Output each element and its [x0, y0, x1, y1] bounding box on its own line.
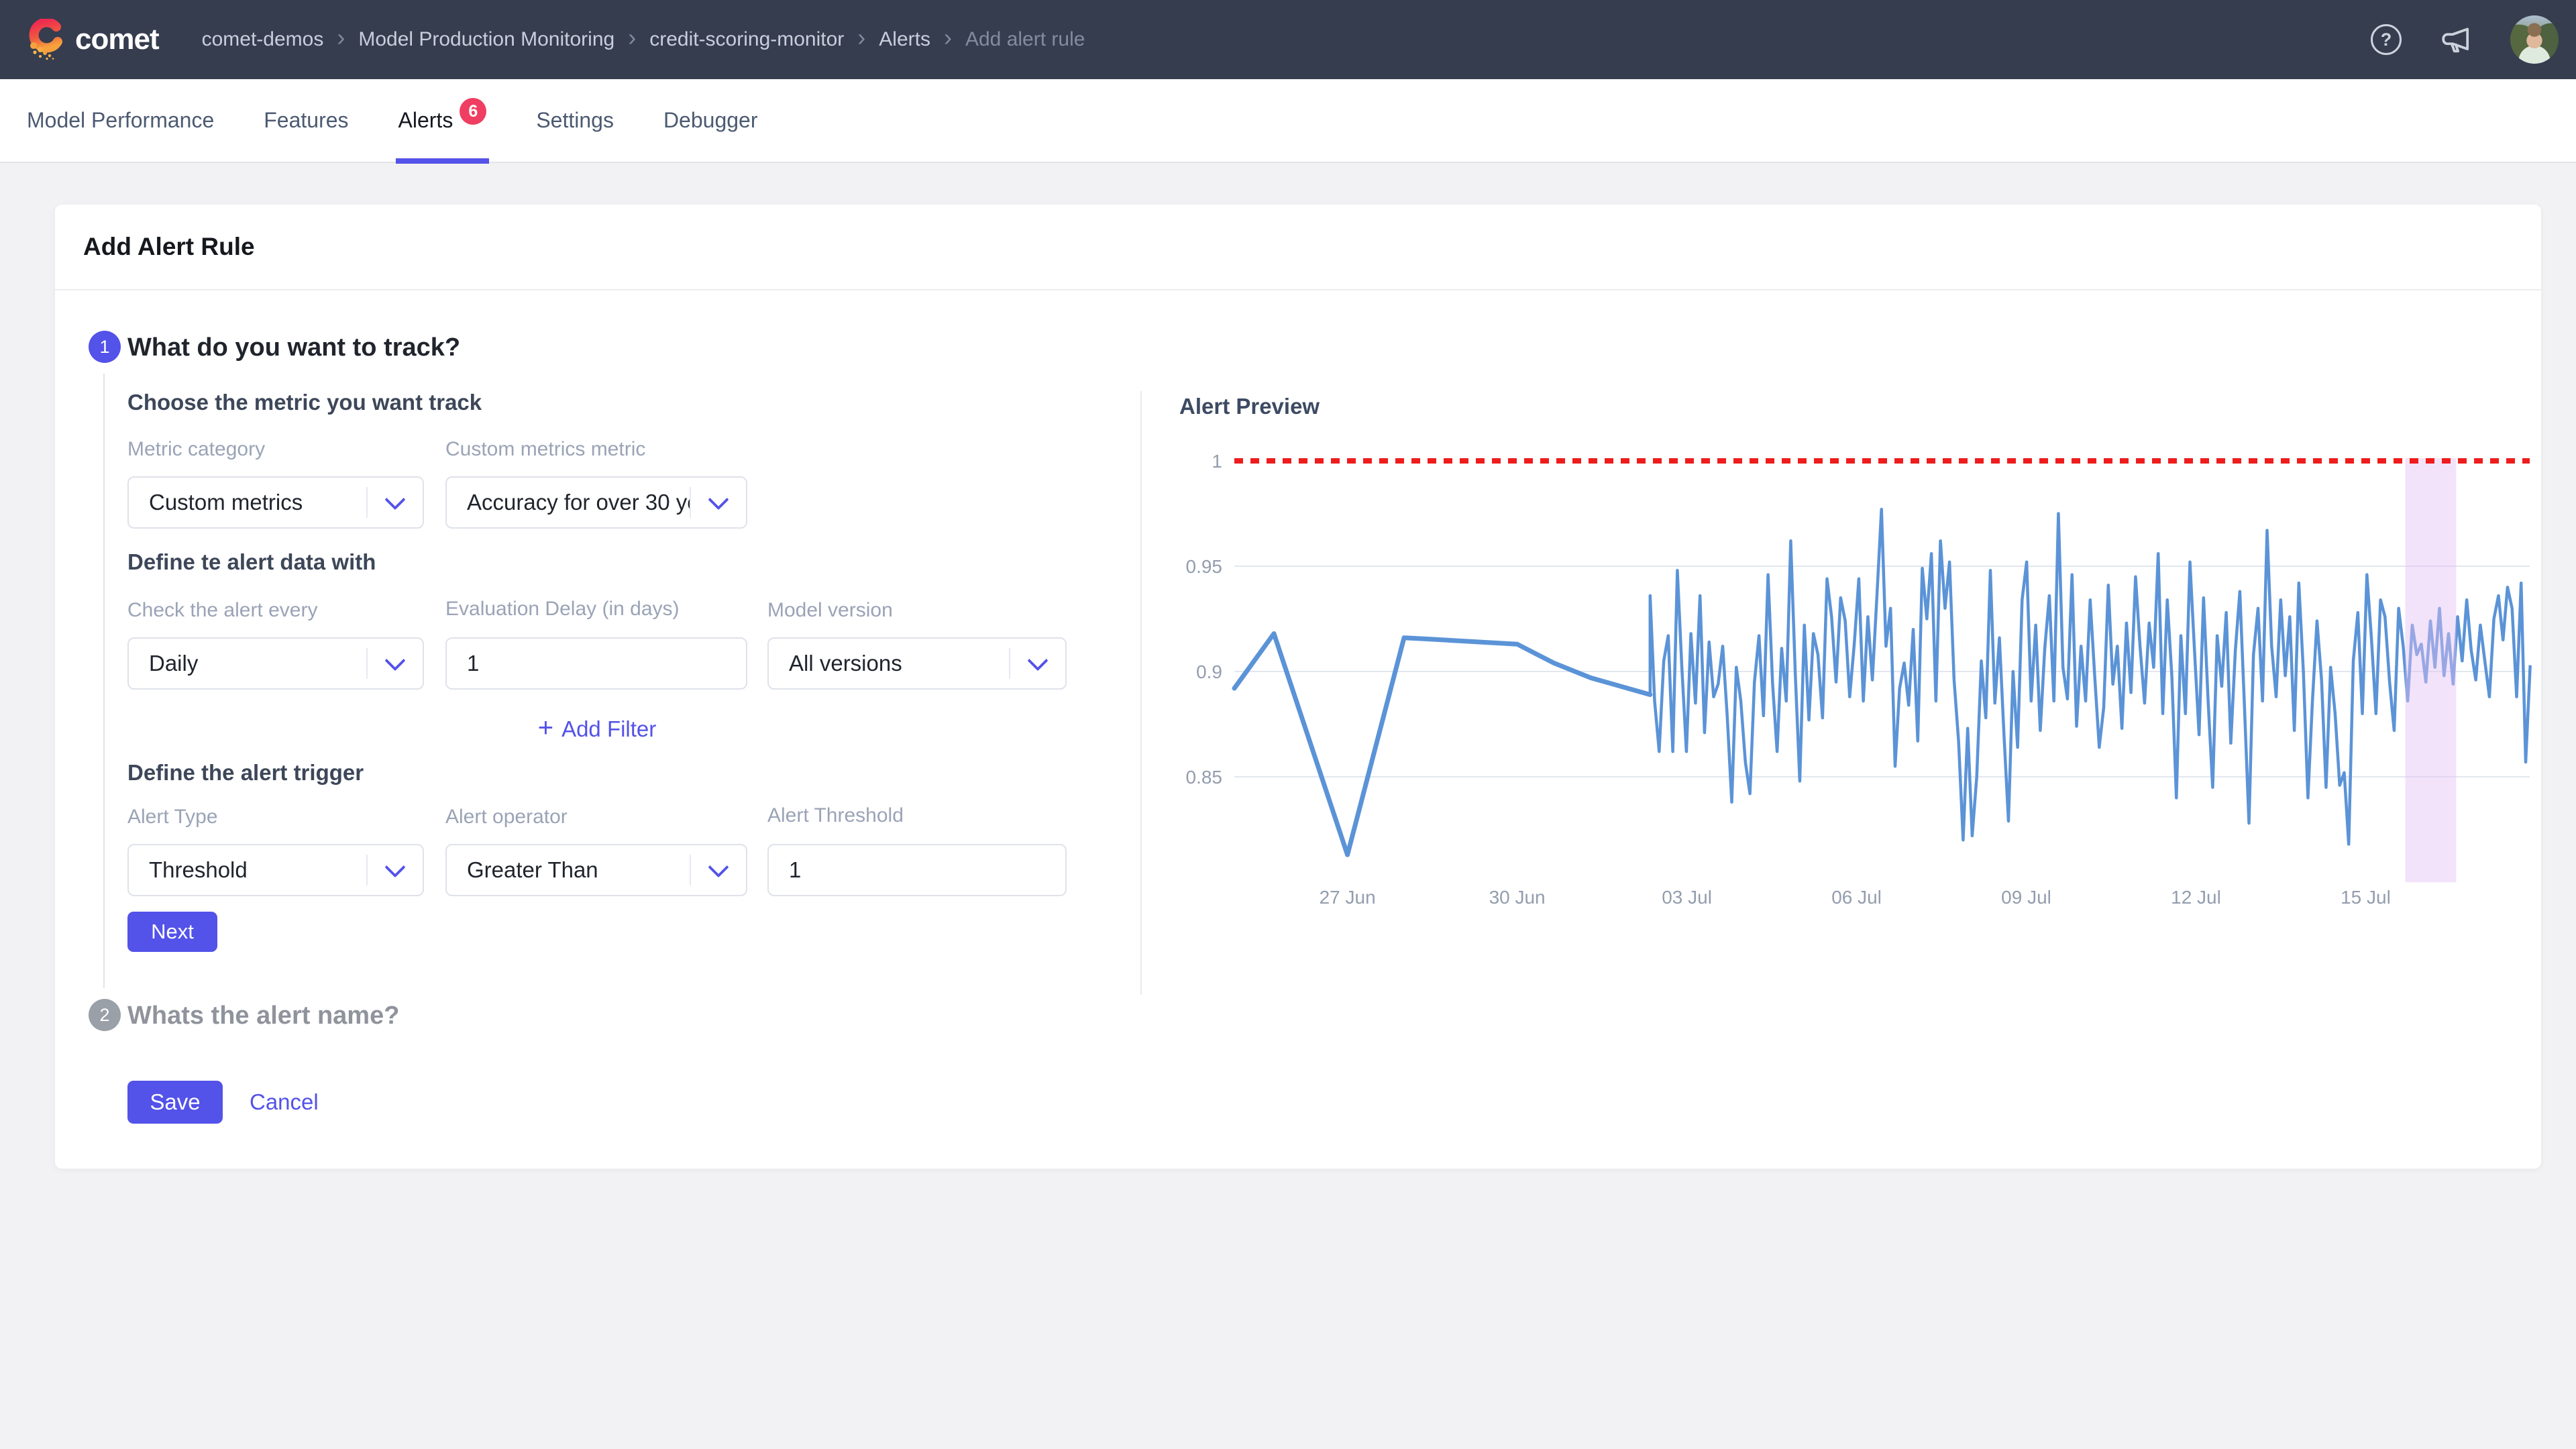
metric-category-select[interactable]: Custom metrics: [127, 476, 424, 529]
tab-model-performance[interactable]: Model Performance: [27, 78, 214, 162]
comet-wordmark: comet: [75, 23, 159, 56]
section-title-trigger: Define the alert trigger: [127, 760, 364, 786]
alert-preview-chart: 1 0.95 0.9 0.85 27 Jun 30 Jun 03 Jul 06 Jul 09 J…: [1179, 439, 2537, 918]
breadcrumb-item-current: Add alert rule: [965, 28, 1085, 51]
alert-type-select[interactable]: Threshold: [127, 844, 424, 896]
top-navbar: comet comet-demos › Model Production Mon…: [0, 0, 2576, 79]
section-title-metric: Choose the metric you want track: [127, 390, 482, 415]
breadcrumb: comet-demos › Model Production Monitorin…: [202, 25, 1085, 54]
comet-logo[interactable]: comet: [27, 19, 159, 60]
comet-logo-icon: [27, 19, 66, 60]
svg-text:1: 1: [1212, 451, 1222, 472]
alert-threshold-field: [767, 844, 1067, 896]
add-filter-button[interactable]: + Add Filter: [127, 713, 1067, 745]
breadcrumb-separator-icon: ›: [944, 25, 952, 54]
model-version-label: Model version: [767, 599, 893, 622]
chevron-down-icon: [384, 650, 405, 671]
custom-metric-label: Custom metrics metric: [445, 438, 645, 461]
svg-text:0.95: 0.95: [1186, 556, 1223, 577]
next-button[interactable]: Next: [127, 912, 217, 952]
chevron-down-icon: [384, 489, 405, 510]
active-tab-indicator: [396, 158, 490, 164]
step-2-title: Whats the alert name?: [127, 1002, 399, 1030]
svg-text:15 Jul: 15 Jul: [2341, 887, 2391, 908]
svg-text:30 Jun: 30 Jun: [1489, 887, 1546, 908]
card-body: 1 What do you want to track? Choose the …: [55, 290, 2541, 1167]
check-every-label: Check the alert every: [127, 599, 317, 622]
chevron-down-icon: [708, 857, 729, 877]
tab-features[interactable]: Features: [264, 78, 348, 162]
chevron-down-icon: [384, 857, 405, 877]
breadcrumb-separator-icon: ›: [337, 25, 345, 54]
step-1-indicator: 1: [89, 331, 121, 363]
eval-delay-label: Evaluation Delay (in days): [445, 598, 680, 621]
tab-bar: Model Performance Features Alerts 6 Sett…: [0, 79, 2576, 163]
tab-debugger[interactable]: Debugger: [663, 78, 758, 162]
cancel-button[interactable]: Cancel: [250, 1081, 319, 1124]
chart-title: Alert Preview: [1179, 394, 2540, 419]
save-button[interactable]: Save: [127, 1081, 223, 1124]
breadcrumb-item[interactable]: credit-scoring-monitor: [649, 28, 844, 51]
step-1-title: What do you want to track?: [127, 333, 460, 362]
alert-threshold-label: Alert Threshold: [767, 804, 904, 827]
svg-text:03 Jul: 03 Jul: [1662, 887, 1712, 908]
svg-text:27 Jun: 27 Jun: [1320, 887, 1376, 908]
alert-operator-select[interactable]: Greater Than: [445, 844, 747, 896]
svg-text:06 Jul: 06 Jul: [1831, 887, 1882, 908]
tab-alerts[interactable]: Alerts 6: [398, 78, 487, 162]
alert-operator-label: Alert operator: [445, 806, 568, 828]
svg-text:09 Jul: 09 Jul: [2001, 887, 2051, 908]
breadcrumb-separator-icon: ›: [857, 25, 865, 54]
alert-threshold-input[interactable]: [769, 857, 1065, 883]
evaluation-delay-field: [445, 637, 747, 690]
custom-metric-select[interactable]: Accuracy for over 30 ye...: [445, 476, 747, 529]
tab-settings[interactable]: Settings: [536, 78, 614, 162]
svg-text:12 Jul: 12 Jul: [2171, 887, 2221, 908]
alert-type-label: Alert Type: [127, 806, 218, 828]
evaluation-delay-input[interactable]: [447, 651, 746, 676]
avatar[interactable]: [2510, 15, 2559, 64]
breadcrumb-item[interactable]: Model Production Monitoring: [358, 28, 614, 51]
megaphone-icon[interactable]: [2439, 23, 2473, 56]
alert-preview-panel: Alert Preview 1 0.95 0.9 0.85 27 Jun 30 Jun 03…: [1140, 391, 2540, 995]
plus-icon: +: [538, 714, 553, 744]
breadcrumb-separator-icon: ›: [628, 25, 636, 54]
chevron-down-icon: [1027, 650, 1048, 671]
help-icon[interactable]: ?: [2371, 24, 2402, 55]
check-every-select[interactable]: Daily: [127, 637, 424, 690]
metric-category-label: Metric category: [127, 438, 265, 461]
model-version-select[interactable]: All versions: [767, 637, 1067, 690]
svg-text:0.9: 0.9: [1196, 661, 1222, 682]
section-title-data: Define te alert data with: [127, 549, 376, 575]
step-connector-line: [103, 374, 105, 988]
breadcrumb-item[interactable]: comet-demos: [202, 28, 324, 51]
chevron-down-icon: [708, 489, 729, 510]
add-alert-rule-card: Add Alert Rule 1 What do you want to tra…: [55, 205, 2541, 1169]
step-2-indicator: 2: [89, 999, 121, 1031]
svg-text:0.85: 0.85: [1186, 767, 1223, 788]
alerts-badge: 6: [460, 98, 486, 125]
card-header: Add Alert Rule: [55, 205, 2541, 290]
breadcrumb-item[interactable]: Alerts: [879, 28, 930, 51]
page-title: Add Alert Rule: [83, 233, 255, 261]
